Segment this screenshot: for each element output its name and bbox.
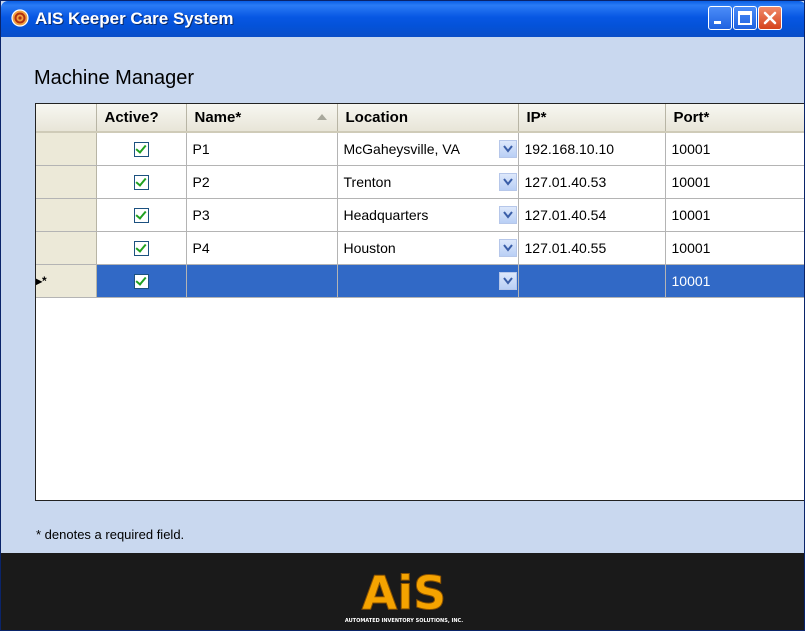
- required-field-note: * denotes a required field.: [36, 527, 185, 542]
- ip-cell[interactable]: 127.01.40.53: [518, 165, 666, 199]
- location-value: Houston: [343, 240, 396, 256]
- active-cell[interactable]: [96, 165, 187, 199]
- column-header-active[interactable]: Active?: [96, 104, 187, 133]
- window-title: AIS Keeper Care System: [35, 9, 234, 28]
- active-cell[interactable]: [96, 264, 187, 298]
- table-row[interactable]: P2 Trenton 127.01.40.53 10001: [36, 165, 804, 199]
- close-icon: [763, 11, 777, 25]
- active-checkbox[interactable]: [133, 208, 149, 224]
- location-dropdown-button[interactable]: [498, 239, 517, 257]
- ip-cell[interactable]: 192.168.10.10: [518, 132, 666, 166]
- name-cell[interactable]: [186, 264, 338, 298]
- logo-wordmark: AiS: [362, 566, 447, 620]
- active-checkbox[interactable]: [133, 175, 149, 191]
- active-checkbox[interactable]: [133, 241, 149, 257]
- column-header-port[interactable]: Port*: [665, 104, 804, 133]
- port-cell[interactable]: 10001: [665, 231, 804, 265]
- name-cell[interactable]: P3: [186, 198, 338, 232]
- app-icon: [11, 9, 29, 27]
- location-cell[interactable]: McGaheysville, VA: [337, 132, 519, 166]
- location-value: Headquarters: [343, 207, 429, 223]
- active-checkbox[interactable]: [133, 142, 149, 158]
- port-cell[interactable]: 10001: [665, 198, 804, 232]
- location-cell[interactable]: Houston: [337, 231, 519, 265]
- location-value: McGaheysville, VA: [343, 141, 460, 157]
- location-dropdown-button[interactable]: [498, 173, 517, 191]
- name-cell[interactable]: P2: [186, 165, 338, 199]
- row-header[interactable]: [36, 231, 97, 265]
- row-header[interactable]: [36, 132, 97, 166]
- ais-logo: AiS AUTOMATED INVENTORY SOLUTIONS, INC.: [345, 566, 463, 625]
- column-header-name[interactable]: Name*: [186, 104, 338, 133]
- active-cell[interactable]: [96, 132, 187, 166]
- column-header-name-label: Name*: [194, 109, 242, 126]
- active-checkbox[interactable]: [133, 274, 149, 290]
- port-cell[interactable]: 10001: [665, 264, 804, 298]
- row-header[interactable]: [36, 198, 97, 232]
- chevron-down-icon: [502, 145, 513, 153]
- close-button[interactable]: [758, 6, 782, 30]
- maximize-button[interactable]: [733, 6, 757, 30]
- location-dropdown-button[interactable]: [498, 140, 517, 158]
- ip-cell[interactable]: 127.01.40.55: [518, 231, 666, 265]
- minimize-icon: [714, 21, 721, 24]
- maximize-icon: [738, 11, 752, 25]
- location-value: Trenton: [343, 174, 392, 190]
- location-cell[interactable]: [337, 264, 519, 298]
- location-dropdown-button[interactable]: [498, 272, 517, 290]
- table-row[interactable]: P1 McGaheysville, VA 192.168.10.10 10001: [36, 132, 804, 166]
- table-row[interactable]: P4 Houston 127.01.40.55 10001: [36, 231, 804, 265]
- table-row[interactable]: P3 Headquarters 127.01.40.54 10001: [36, 198, 804, 232]
- app-window: AIS Keeper Care System Machine Manager A…: [0, 0, 805, 631]
- grid-header-row: Active? Name* Location IP* Port*: [36, 104, 804, 133]
- port-cell[interactable]: 10001: [665, 165, 804, 199]
- minimize-button[interactable]: [708, 6, 732, 30]
- chevron-down-icon: [502, 277, 513, 285]
- column-header-ip[interactable]: IP*: [518, 104, 666, 133]
- logo-tagline: AUTOMATED INVENTORY SOLUTIONS, INC.: [345, 618, 463, 624]
- page-title: Machine Manager: [34, 67, 195, 89]
- new-row[interactable]: ▸* 10001: [36, 264, 804, 298]
- ip-cell[interactable]: [518, 264, 666, 298]
- machine-grid[interactable]: Active? Name* Location IP* Port* P1 McGa…: [35, 103, 804, 501]
- name-cell[interactable]: P1: [186, 132, 338, 166]
- ip-cell[interactable]: 127.01.40.54: [518, 198, 666, 232]
- column-header-location[interactable]: Location: [337, 104, 519, 133]
- location-cell[interactable]: Headquarters: [337, 198, 519, 232]
- footer-bar: AiS AUTOMATED INVENTORY SOLUTIONS, INC.: [1, 553, 804, 630]
- row-header[interactable]: [36, 165, 97, 199]
- title-bar[interactable]: AIS Keeper Care System: [1, 1, 804, 37]
- chevron-down-icon: [502, 211, 513, 219]
- new-row-marker[interactable]: ▸*: [36, 264, 97, 298]
- name-cell[interactable]: P4: [186, 231, 338, 265]
- location-dropdown-button[interactable]: [498, 206, 517, 224]
- active-cell[interactable]: [96, 198, 187, 232]
- chevron-down-icon: [502, 244, 513, 252]
- row-header-corner: [36, 104, 97, 133]
- location-cell[interactable]: Trenton: [337, 165, 519, 199]
- chevron-down-icon: [502, 178, 513, 186]
- sort-ascending-icon: [316, 114, 327, 120]
- port-cell[interactable]: 10001: [665, 132, 804, 166]
- active-cell[interactable]: [96, 231, 187, 265]
